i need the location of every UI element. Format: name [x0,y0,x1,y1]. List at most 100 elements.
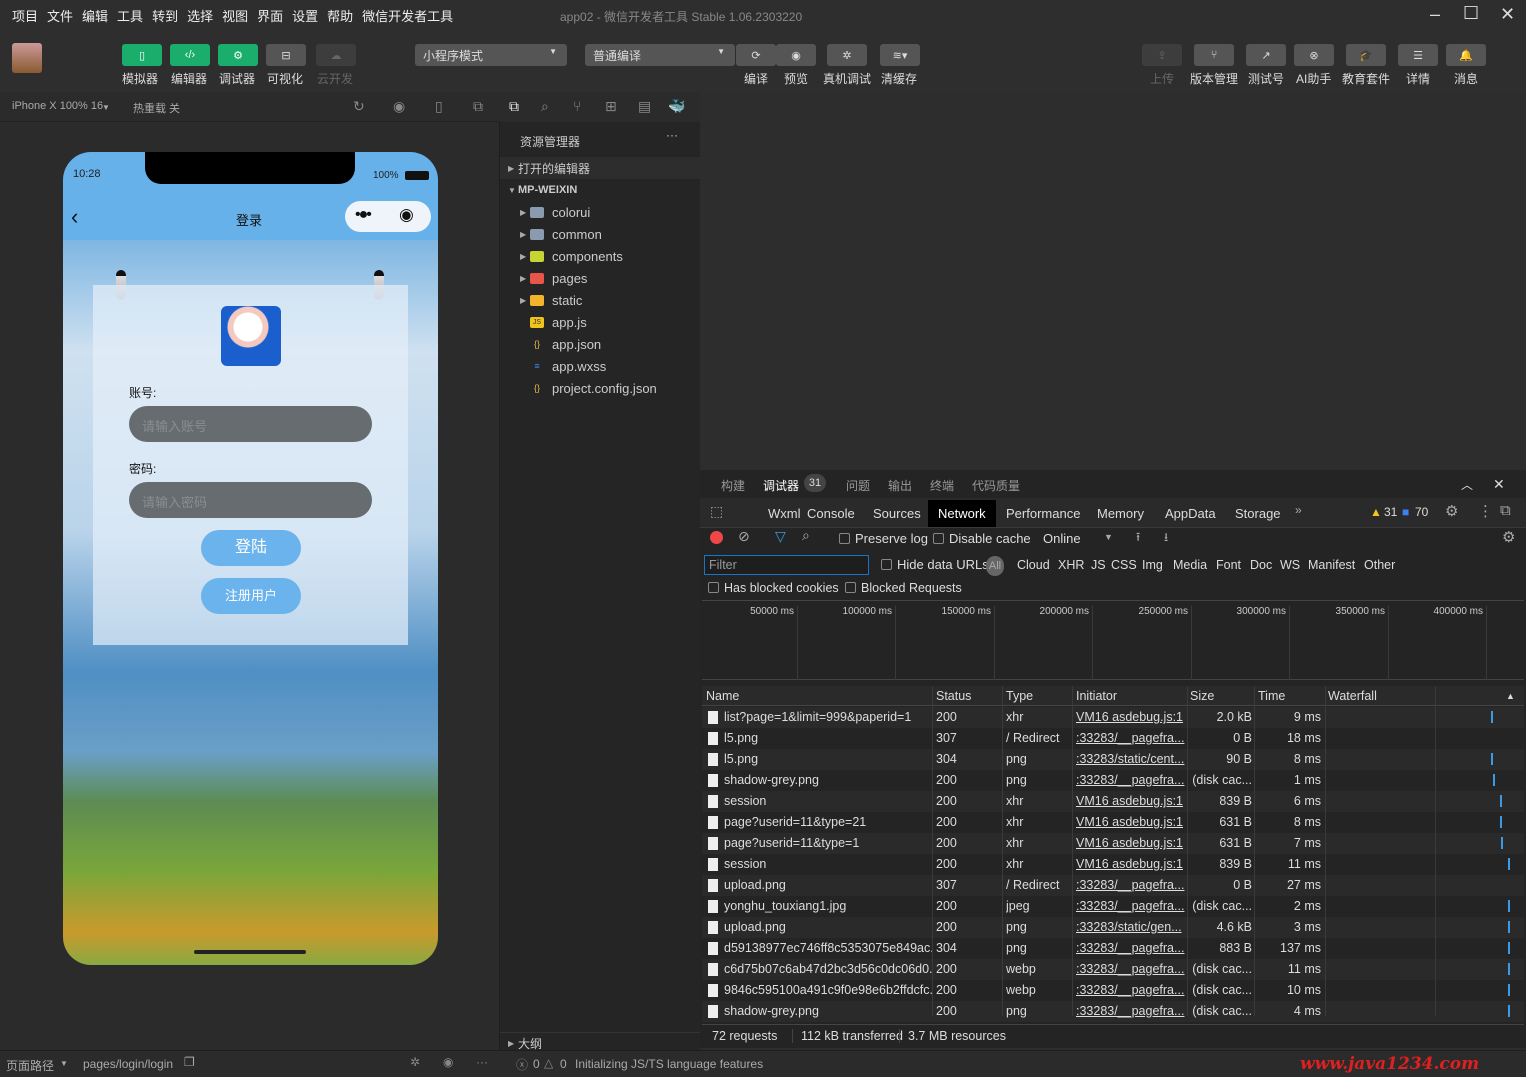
record-icon[interactable] [710,531,723,544]
tab-terminal[interactable]: 终端 [930,477,954,494]
account-input[interactable]: 请输入账号 [129,406,372,442]
tab-output[interactable]: 输出 [888,477,912,494]
ai-assistant-button[interactable]: AI助手 [1296,70,1331,87]
editor-button[interactable]: 编辑器 [171,70,207,87]
cell-initiator[interactable]: :33283/__pagefra... [1076,731,1188,745]
bug-icon[interactable]: ✲ [410,1055,420,1069]
eye-icon[interactable]: ◉ [776,44,816,66]
project-section[interactable]: ▼ MP-WEIXIN [500,179,700,201]
table-row[interactable]: l5.png 307 / Redirect:33283/__pagefra... 0 … [702,728,1524,749]
tree-item-pages[interactable]: ▶ pages [500,267,700,289]
type-filter-css[interactable]: CSS [1111,558,1137,572]
popout-icon[interactable]: ⧉ [473,98,483,115]
dock-icon[interactable]: ⧉ [1500,502,1511,519]
tab-appdata[interactable]: AppData [1155,500,1226,527]
table-row[interactable]: upload.png 200 png:33283/static/gen... 4.6 … [702,917,1524,938]
search-icon[interactable]: ⌕ [541,98,549,115]
menu-item[interactable]: 转到 [152,6,178,25]
more-icon[interactable]: ··· [476,1055,488,1069]
visual-button[interactable]: 可视化 [267,70,303,87]
tab-console[interactable]: Console [797,500,865,527]
type-filter-other[interactable]: Other [1364,558,1395,572]
blocked-requests-checkbox[interactable]: Blocked Requests [845,581,962,595]
cell-initiator[interactable]: :33283/__pagefra... [1076,962,1188,976]
more-icon[interactable]: •●• [355,206,372,224]
menu-item[interactable]: 界面 [257,6,283,25]
more-icon[interactable]: ··· [666,128,678,142]
tree-item-app-json[interactable]: {} app.json [500,333,700,355]
type-filter-xhr[interactable]: XHR [1058,558,1084,572]
mode-select[interactable]: 小程序模式 ▼ [415,44,567,66]
table-row[interactable]: shadow-grey.png 200 png:33283/__pagefra...… [702,1001,1524,1022]
column-status[interactable]: Status [936,689,971,703]
table-row[interactable]: session 200 xhr VM16 asdebug.js:1 839 B 6 ms [702,791,1524,812]
warning-count[interactable]: 0 [560,1057,567,1071]
cell-initiator[interactable]: :33283/__pagefra... [1076,878,1188,892]
cell-initiator[interactable]: :33283/__pagefra... [1076,899,1188,913]
table-row[interactable]: page?userid=11&type=1 200 xhr VM16 asdebug.… [702,833,1524,854]
menu-item[interactable]: 工具 [117,6,143,25]
debugger-button[interactable]: 调试器 [219,70,255,87]
clear-icon[interactable]: ⊘ [738,528,750,545]
menu-item[interactable]: 选择 [187,6,213,25]
ai-icon[interactable]: ⊗ [1294,44,1334,66]
menu-item[interactable]: 文件 [47,6,73,25]
branch-icon[interactable]: ⑂ [1194,44,1234,66]
cell-initiator[interactable]: :33283/__pagefra... [1076,941,1188,955]
tree-item-components[interactable]: ▶ components [500,245,700,267]
cell-initiator[interactable]: VM16 asdebug.js:1 [1076,794,1188,808]
tree-item-app-js[interactable]: JS app.js [500,311,700,333]
tab-storage[interactable]: Storage [1225,500,1291,527]
warning-count[interactable]: 31 [1384,505,1397,519]
tab-memory[interactable]: Memory [1087,500,1154,527]
bell-icon[interactable]: 🔔 [1446,44,1486,66]
has-blocked-cookies-checkbox[interactable]: Has blocked cookies [708,581,839,595]
close-icon[interactable]: ✕ [1493,476,1505,493]
project-avatar[interactable] [12,43,42,73]
layers-icon[interactable]: ≋▾ [880,44,920,66]
tree-item-common[interactable]: ▶ common [500,223,700,245]
stop-icon[interactable]: ◉ [393,98,405,115]
column-time[interactable]: Time [1258,689,1285,703]
table-row[interactable]: yonghu_touxiang1.jpg 200 jpeg:33283/__page… [702,896,1524,917]
cell-initiator[interactable]: :33283/__pagefra... [1076,773,1188,787]
menu-item[interactable]: 帮助 [327,6,353,25]
menu-item[interactable]: 设置 [292,6,318,25]
network-overview[interactable]: 50000 ms 100000 ms 150000 ms 200000 ms 2… [702,600,1524,680]
type-filter-ws[interactable]: WS [1280,558,1300,572]
column-waterfall[interactable]: Waterfall [1328,689,1377,703]
save-icon[interactable]: ▤ [638,98,651,115]
compile-select[interactable]: 普通编译 ▼ [585,44,735,66]
table-row[interactable]: l5.png 304 png:33283/static/cent... 90 B 8 m… [702,749,1524,770]
copy-icon[interactable]: ❐ [184,1055,195,1069]
table-row[interactable]: page?userid=11&type=21 200 xhr VM16 asdebug… [702,812,1524,833]
tab-code-quality[interactable]: 代码质量 [972,477,1020,494]
tree-item-static[interactable]: ▶ static [500,289,700,311]
source-control-icon[interactable]: ⑂ [573,98,581,114]
refresh-icon[interactable]: ⟳ [736,44,776,66]
password-input[interactable]: 请输入密码 [129,482,372,518]
cell-initiator[interactable]: :33283/static/gen... [1076,920,1188,934]
docker-icon[interactable]: 🐳 [668,98,685,115]
phone-icon[interactable]: ▯ [122,44,162,66]
column-type[interactable]: Type [1006,689,1033,703]
table-row[interactable]: d59138977ec746ff8c5353075e849ac... 304 png… [702,938,1524,959]
filter-icon[interactable]: ▽ [775,528,786,545]
sort-up-icon[interactable]: ▲ [1506,691,1515,701]
type-filter-img[interactable]: Img [1142,558,1163,572]
preserve-log-checkbox[interactable]: Preserve log [839,531,928,546]
phone-icon[interactable]: ▯ [435,98,443,115]
filter-input[interactable]: Filter [704,555,869,575]
messages-button[interactable]: 消息 [1454,70,1478,87]
eye-icon[interactable]: ◉ [443,1055,453,1069]
cell-initiator[interactable]: :33283/static/cent... [1076,752,1188,766]
tab-problems[interactable]: 问题 [846,477,870,494]
login-button[interactable]: 登陆 [201,530,301,566]
type-filter-media[interactable]: Media [1173,558,1207,572]
table-row[interactable]: c6d75b07c6ab47d2bc3d56c0dc06d0... 200 webp… [702,959,1524,980]
type-filter-cloud[interactable]: Cloud [1017,558,1050,572]
tab-network[interactable]: Network [928,500,996,527]
hot-reload-select[interactable]: 热重载 关 [133,100,180,116]
debug-icon[interactable]: ⚙ [218,44,258,66]
close-icon[interactable]: ✕ [1500,4,1515,25]
